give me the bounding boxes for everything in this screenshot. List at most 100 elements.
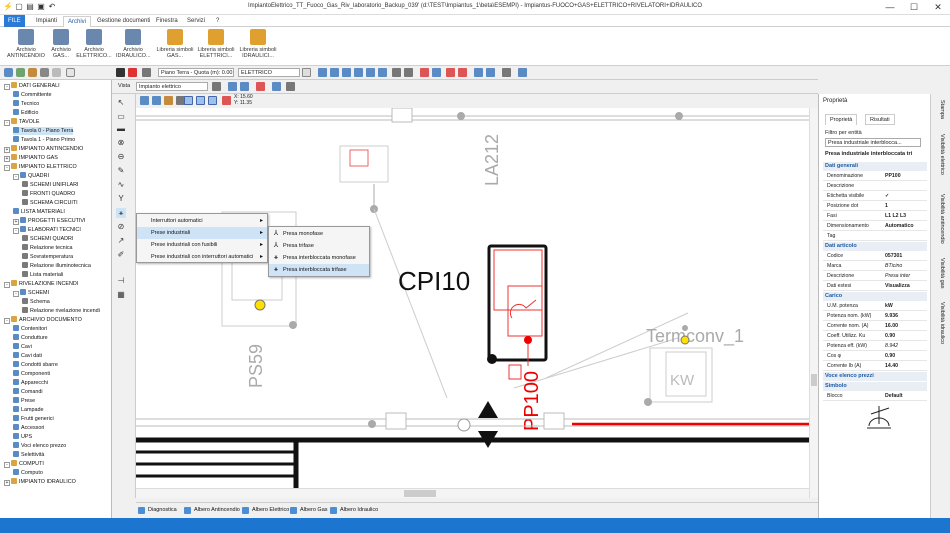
property-section-header[interactable]: Simbolo [823,382,927,391]
industrial-socket-icon[interactable]: ⚹ [116,208,126,218]
snap-icon[interactable] [432,68,441,77]
property-row[interactable]: Corrente Ib (A) 14.40 [823,362,927,371]
socket-icon[interactable]: ⊗ [116,138,126,148]
expand-icon[interactable]: + [4,480,10,486]
libreria-elettrici-button[interactable]: Libreria simboli ELETTRICI... [196,29,236,59]
property-section-header[interactable]: Dati generali [823,162,927,171]
collapse-icon[interactable]: - [4,318,10,324]
submenu-presa-interbloccata-trifase[interactable]: ⚹ Presa interbloccata trifase [269,264,369,276]
vertical-scrollbar[interactable] [809,108,818,498]
property-value[interactable]: L1 L2 L3 [885,212,906,221]
tree-item[interactable]: - SCHEMI [13,289,49,297]
libreria-gas-button[interactable]: Libreria simboli GAS... [156,29,194,59]
grid-icon[interactable]: ▦ [116,290,126,300]
tree-item[interactable]: Contenitori [13,325,47,333]
tree-item[interactable]: Voci elenco prezzo [13,442,66,450]
property-row[interactable]: Descrizione [823,182,927,191]
zoom-icon[interactable] [318,68,327,77]
layer-icon[interactable] [142,68,151,77]
property-value[interactable]: ✓ [885,192,889,201]
refresh-icon[interactable] [4,68,13,77]
measure-icon[interactable] [420,68,429,77]
highlight-icon[interactable] [256,82,265,91]
grid-icon[interactable] [272,82,281,91]
tree-item[interactable]: Componenti [13,370,50,378]
tree-item[interactable]: Edificio [13,109,38,117]
close-button[interactable]: ✕ [926,0,950,15]
property-value[interactable]: 0.90 [885,352,895,361]
move-icon[interactable] [404,68,413,77]
show-icon[interactable] [228,82,237,91]
tree-item[interactable]: Cavi dati [13,352,42,360]
tree-item[interactable]: Prese [13,397,35,405]
tree-item[interactable]: SCHEMA CIRCUITI [22,199,78,207]
scroll-thumb[interactable] [811,374,817,386]
cable-icon[interactable]: ∿ [116,180,126,190]
select-arrow-icon[interactable] [116,68,125,77]
paste-icon[interactable] [486,68,495,77]
tree-item[interactable]: - ELABORATI TECNICI [13,226,81,234]
delete-icon[interactable] [128,68,137,77]
tree-item[interactable]: UPS [13,433,32,441]
tree-item[interactable]: Computo [13,469,43,477]
ortho-icon[interactable] [184,96,193,105]
layer-select[interactable]: ELETTRICO [238,68,300,77]
zoom-in-icon[interactable] [366,68,375,77]
tab-help[interactable]: ? [212,16,223,27]
tree-item[interactable]: Comandi [13,388,43,396]
property-row[interactable]: Dimensionamento Automatico [823,222,927,231]
floor-field[interactable]: Piano Terra - Quota (m): 0.00 [158,68,234,77]
property-value[interactable]: BTicino [885,262,902,271]
edit-icon[interactable]: ✐ [116,250,126,260]
collapse-icon[interactable]: - [13,291,19,297]
print-icon[interactable] [502,68,511,77]
search-icon[interactable] [152,96,161,105]
property-value[interactable]: 9.936 [885,312,898,321]
tree-item[interactable]: FRONTI QUADRO [22,190,75,198]
tree-item[interactable]: - QUADRI [13,172,49,180]
tree-item[interactable]: - ARCHIVIO DOCUMENTO [4,316,82,324]
property-value[interactable]: Automatico [885,222,914,231]
property-row[interactable]: Codice 057301 [823,252,927,261]
device-icon[interactable]: ▬ [116,124,126,134]
paint-icon[interactable] [164,96,173,105]
tree-item[interactable]: - IMPIANTO ELETTRICO [4,163,77,171]
property-section-header[interactable]: Voce elenco prezzi [823,372,927,381]
property-row[interactable]: Corrente nom. (A) 16.00 [823,322,927,331]
property-row[interactable]: U.M. potenza kW [823,302,927,311]
property-value[interactable]: 8.942 [885,342,898,351]
property-row[interactable]: Blocco Default [823,392,927,401]
tree-item[interactable]: Relazione rivelazione incendi [22,307,100,315]
tree-item[interactable]: - RIVELAZIONE INCENDI [4,280,78,288]
collapse-icon[interactable]: - [13,174,19,180]
menu-item-prese-fusibili[interactable]: Prese industriali con fusibili ▸ [137,239,267,251]
tree-item[interactable]: Apparecchi [13,379,48,387]
submenu-presa-trifase[interactable]: ⅄ Presa trifase [269,240,369,252]
property-section-header[interactable]: Dati articolo [823,242,927,251]
tab-servizi[interactable]: Servizi [183,16,209,27]
copy-icon[interactable] [474,68,483,77]
tab-proprieta[interactable]: Proprietà [825,114,858,125]
property-row[interactable]: Tag [823,232,927,241]
property-row[interactable]: Potenza nom. (kW) 9.936 [823,312,927,321]
collapse-icon[interactable]: - [4,120,10,126]
tab-albero-elettrico[interactable]: Albero Elettrico [240,505,292,516]
target-icon[interactable]: ⊘ [116,222,126,232]
dropdown-icon[interactable] [52,68,61,77]
tree-item[interactable]: Sovratemperatura [22,253,73,261]
tree-item[interactable]: Frutti generici [13,415,54,423]
expand-icon[interactable]: + [4,156,10,162]
collapse-icon[interactable]: - [4,165,10,171]
entity-filter-select[interactable]: Presa industriale interblocca... [825,138,921,147]
libreria-idraulici-button[interactable]: Libreria simboli IDRAULICI... [238,29,278,59]
tree-item[interactable]: - DATI GENERALI [4,82,60,90]
submenu-presa-monofase[interactable]: ⅄ Presa monofase [269,228,369,240]
add-icon[interactable] [16,68,25,77]
property-row[interactable]: Coeff. Utilizz. Ku 0.90 [823,332,927,341]
tree-item[interactable]: + IMPIANTO GAS [4,154,58,162]
tab-gestione-documenti[interactable]: Gestione documenti [93,16,154,27]
tree-item[interactable]: SCHEMI QUADRI [22,235,73,243]
menu-item-interruttori[interactable]: Interruttori automatici ▸ [137,215,267,227]
archivio-antincendio-button[interactable]: Archivio ANTINCENDIO [4,29,48,59]
tree-item[interactable]: Lista materiali [22,271,63,279]
